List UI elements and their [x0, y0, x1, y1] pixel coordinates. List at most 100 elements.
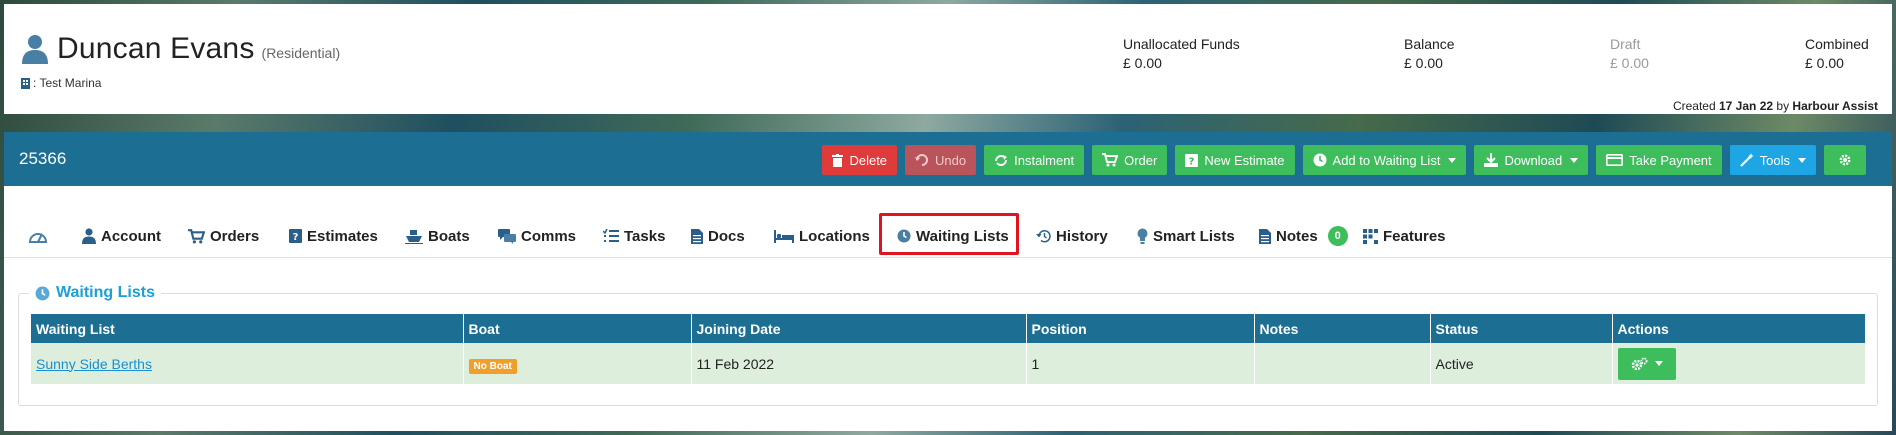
table-row: Sunny Side Berths No Boat 11 Feb 2022 1 …: [31, 343, 1865, 384]
chevron-down-icon: [1798, 157, 1806, 163]
order-button[interactable]: Order: [1092, 145, 1168, 175]
fund-value: £ 0.00: [1404, 55, 1443, 71]
table-header-row: Waiting List Boat Joining Date Position …: [31, 314, 1865, 343]
refresh-icon: [995, 154, 1008, 166]
column-header[interactable]: Notes: [1254, 314, 1431, 343]
download-button[interactable]: Download: [1474, 145, 1589, 175]
add-to-waiting-list-label: Add to Waiting List: [1332, 152, 1441, 168]
cell-actions: [1612, 343, 1865, 384]
fund-label: Balance: [1404, 36, 1455, 52]
tab-orders[interactable]: Orders: [188, 226, 259, 246]
new-estimate-button[interactable]: ? New Estimate: [1175, 145, 1295, 175]
cell-joining-date: 11 Feb 2022: [691, 343, 1027, 384]
tab-locations[interactable]: Locations: [774, 226, 870, 246]
lightbulb-icon: [1137, 228, 1148, 244]
tools-label: Tools: [1759, 152, 1790, 168]
gear-icon: [1839, 154, 1851, 166]
account-number: 25366: [19, 149, 67, 168]
cell-status: Active: [1430, 343, 1613, 384]
fund-label: Combined: [1805, 36, 1869, 52]
fund-unallocated: Unallocated Funds £ 0.00: [1123, 36, 1240, 71]
created-info: Created 17 Jan 22 by Harbour Assist: [1673, 99, 1878, 113]
tab-label: Locations: [799, 227, 870, 245]
tab-waiting-lists[interactable]: Waiting Lists: [897, 226, 1009, 246]
column-header: Actions: [1612, 314, 1865, 343]
settings-button[interactable]: [1824, 145, 1866, 175]
tab-docs[interactable]: Docs: [691, 226, 745, 246]
person-icon: [82, 228, 96, 244]
document-icon: [691, 228, 703, 244]
toolbar-buttons: Delete Undo Instalment Order ? New Estim…: [822, 145, 1866, 175]
tab-features[interactable]: Features: [1363, 226, 1446, 246]
tab-label: Boats: [428, 227, 470, 245]
tab-boats[interactable]: Boats: [405, 226, 470, 246]
no-boat-badge: No Boat: [468, 358, 517, 374]
tab-comms[interactable]: Comms: [498, 226, 576, 246]
tasks-icon: [603, 229, 619, 242]
fund-balance: Balance £ 0.00: [1404, 36, 1455, 71]
account-toolbar: 25366 Delete Undo Instalment Order ? New…: [4, 132, 1892, 186]
document-icon: [1259, 228, 1271, 244]
created-prefix: Created: [1672, 99, 1716, 113]
fund-value: £ 0.00: [1610, 55, 1649, 71]
column-header[interactable]: Waiting List: [31, 314, 464, 343]
delete-button[interactable]: Delete: [822, 145, 898, 175]
download-icon: [1484, 153, 1499, 167]
column-header[interactable]: Status: [1430, 314, 1613, 343]
person-icon: [22, 35, 48, 64]
column-header[interactable]: Joining Date: [691, 314, 1027, 343]
cart-icon: [1102, 153, 1119, 167]
tab-label: Estimates: [307, 227, 378, 245]
fund-label: Draft: [1610, 36, 1641, 52]
instalment-button[interactable]: Instalment: [984, 145, 1085, 175]
fund-draft: Draft £ 0.00: [1610, 36, 1649, 71]
tab-label: Waiting Lists: [916, 227, 1009, 245]
new-estimate-label: New Estimate: [1204, 152, 1285, 168]
tab-smart-lists[interactable]: Smart Lists: [1137, 226, 1235, 246]
question-square-icon: ?: [1185, 153, 1199, 167]
cell-notes: [1254, 343, 1431, 384]
column-header[interactable]: Boat: [463, 314, 692, 343]
undo-button[interactable]: Undo: [905, 145, 977, 175]
order-label: Order: [1124, 152, 1158, 168]
dashboard-icon: [29, 233, 47, 243]
credit-card-icon: [1606, 154, 1624, 166]
tab-label: Features: [1383, 227, 1446, 245]
marina-info: : Test Marina: [21, 76, 101, 90]
customer-name-row: Duncan Evans (Residential): [21, 32, 340, 66]
column-header[interactable]: Position: [1026, 314, 1255, 343]
tab-label: Notes: [1276, 227, 1318, 245]
cell-waiting-list: Sunny Side Berths: [31, 343, 464, 384]
tab-notes[interactable]: Notes 0: [1259, 226, 1348, 246]
tab-bar: Account Orders ? Estimates Boats Comms T…: [4, 186, 1892, 258]
chat-icon: [498, 228, 516, 244]
take-payment-button[interactable]: Take Payment: [1596, 145, 1722, 175]
svg-text:?: ?: [1189, 156, 1195, 167]
fund-value: £ 0.00: [1805, 55, 1844, 71]
tab-estimates[interactable]: ? Estimates: [289, 226, 378, 246]
fund-label: Unallocated Funds: [1123, 36, 1240, 52]
row-actions-button[interactable]: [1617, 347, 1676, 380]
tab-history[interactable]: History: [1036, 226, 1108, 246]
undo-icon: [915, 153, 928, 166]
customer-type: (Residential): [261, 45, 341, 61]
gears-icon: [1631, 357, 1647, 370]
created-by-prefix: by: [1776, 99, 1790, 113]
cell-position: 1: [1026, 343, 1255, 384]
tools-button[interactable]: Tools: [1729, 145, 1816, 175]
tab-label: Tasks: [624, 227, 666, 245]
created-by: Harbour Assist: [1792, 99, 1878, 113]
tab-account[interactable]: Account: [82, 226, 161, 246]
bed-icon: [774, 229, 794, 243]
cell-boat: No Boat: [463, 343, 692, 384]
waiting-list-link[interactable]: Sunny Side Berths: [36, 356, 152, 372]
tab-label: Comms: [521, 227, 577, 245]
cart-icon: [188, 228, 205, 243]
add-to-waiting-list-button[interactable]: Add to Waiting List: [1302, 145, 1467, 175]
main-content: Account Orders ? Estimates Boats Comms T…: [4, 186, 1892, 431]
tab-label: Orders: [210, 227, 260, 245]
tab-dashboard[interactable]: [29, 226, 47, 246]
building-icon: [21, 77, 30, 89]
tab-tasks[interactable]: Tasks: [603, 226, 665, 246]
clock-icon: [35, 286, 50, 300]
